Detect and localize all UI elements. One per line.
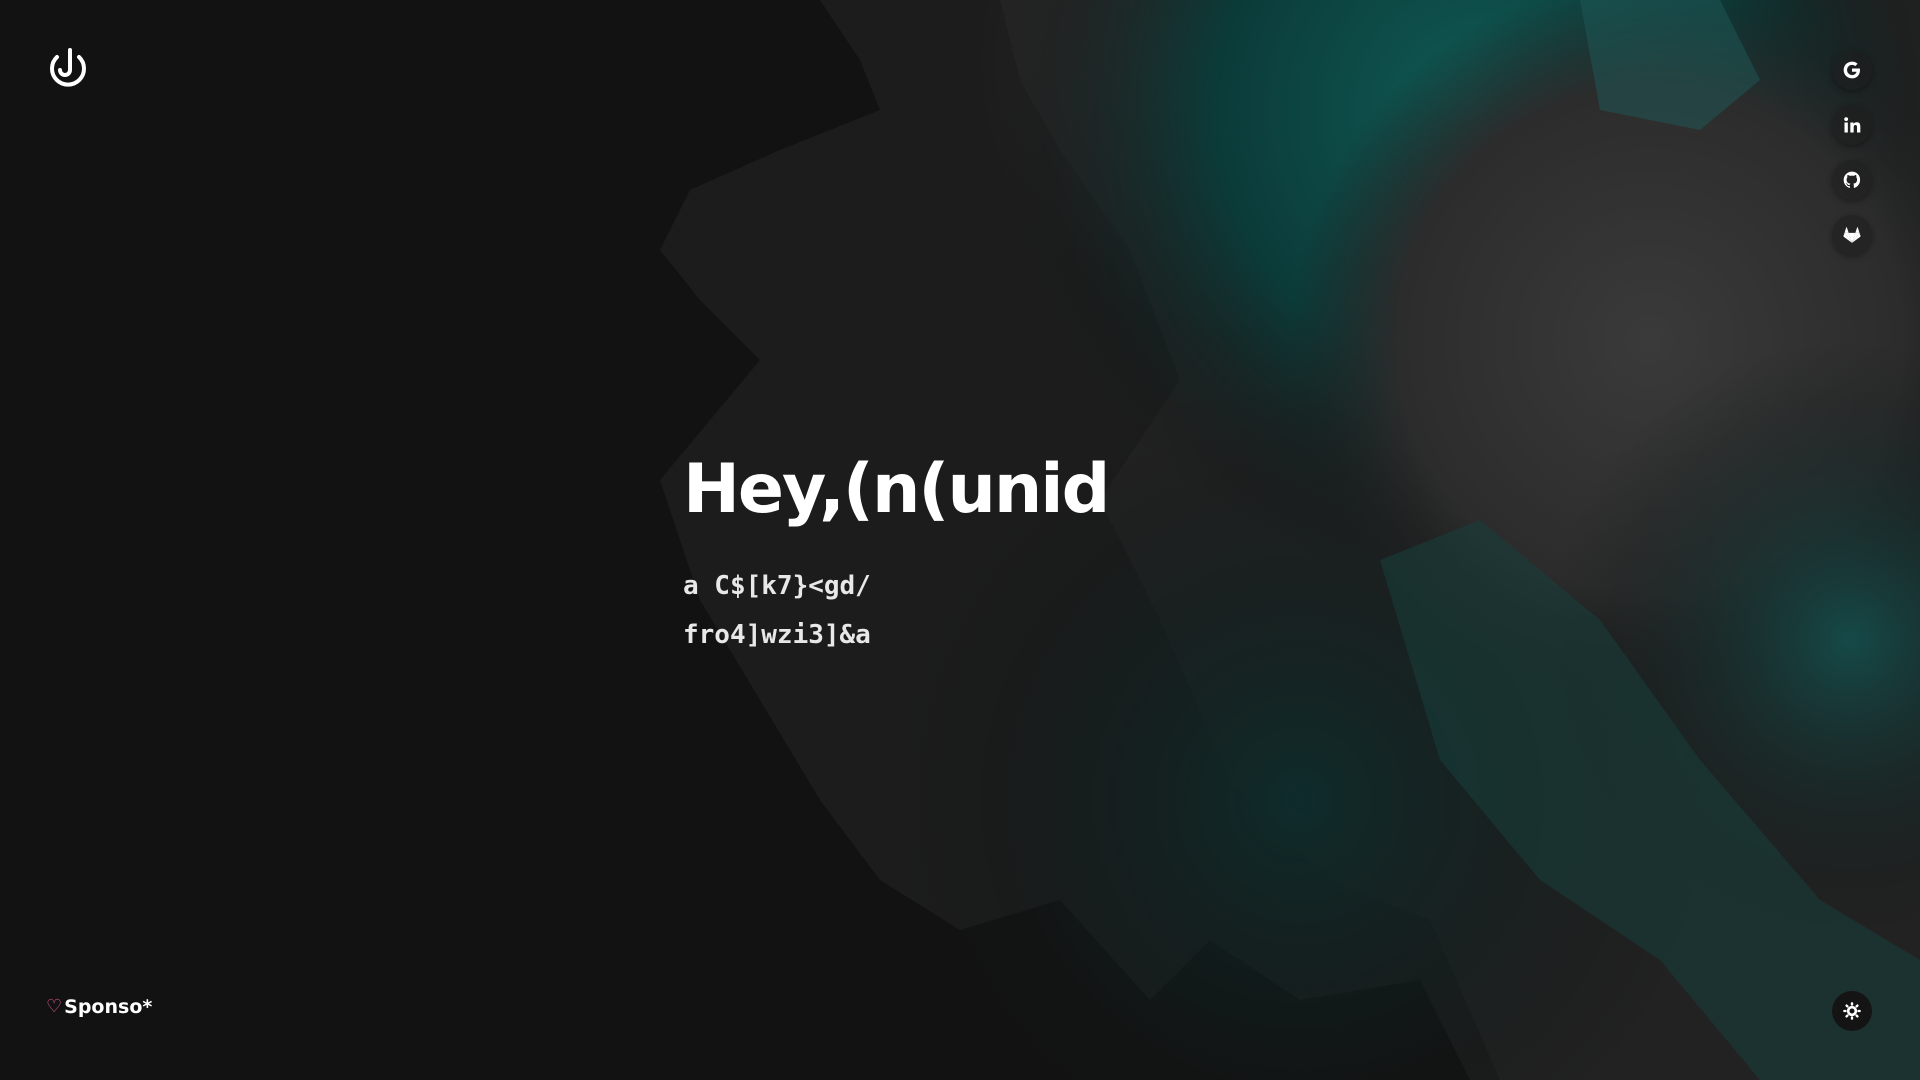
sponsor-label: Sponso* <box>64 996 153 1018</box>
social-links <box>1832 50 1872 270</box>
google-link[interactable] <box>1832 50 1872 90</box>
sponsor-link[interactable]: ♡ Sponso* <box>46 996 152 1018</box>
hero: Hey,(n(unid a C$[k7}<gd/ fro4]wzi3]&a <box>683 440 1383 660</box>
hero-subtitle: a C$[k7}<gd/ fro4]wzi3]&a <box>683 562 1383 660</box>
page: Hey,(n(unid a C$[k7}<gd/ fro4]wzi3]&a ♡ … <box>0 0 1920 1080</box>
linkedin-icon <box>1844 117 1861 133</box>
gitlab-icon <box>1843 227 1861 243</box>
linkedin-link[interactable] <box>1832 105 1872 145</box>
hero-subtitle-line-2: fro4]wzi3]&a <box>683 620 871 650</box>
theme-toggle-button[interactable] <box>1832 991 1872 1031</box>
hero-subtitle-line-1: a C$[k7}<gd/ <box>683 571 871 601</box>
google-icon <box>1843 61 1860 79</box>
github-icon <box>1843 171 1861 188</box>
gitlab-link[interactable] <box>1832 215 1872 255</box>
hero-title: Hey,(n(unid <box>683 450 1110 529</box>
sun-icon <box>1843 1002 1861 1020</box>
github-link[interactable] <box>1832 160 1872 200</box>
logo-icon <box>50 48 86 87</box>
logo[interactable] <box>46 46 90 90</box>
heart-icon: ♡ <box>46 996 63 1017</box>
